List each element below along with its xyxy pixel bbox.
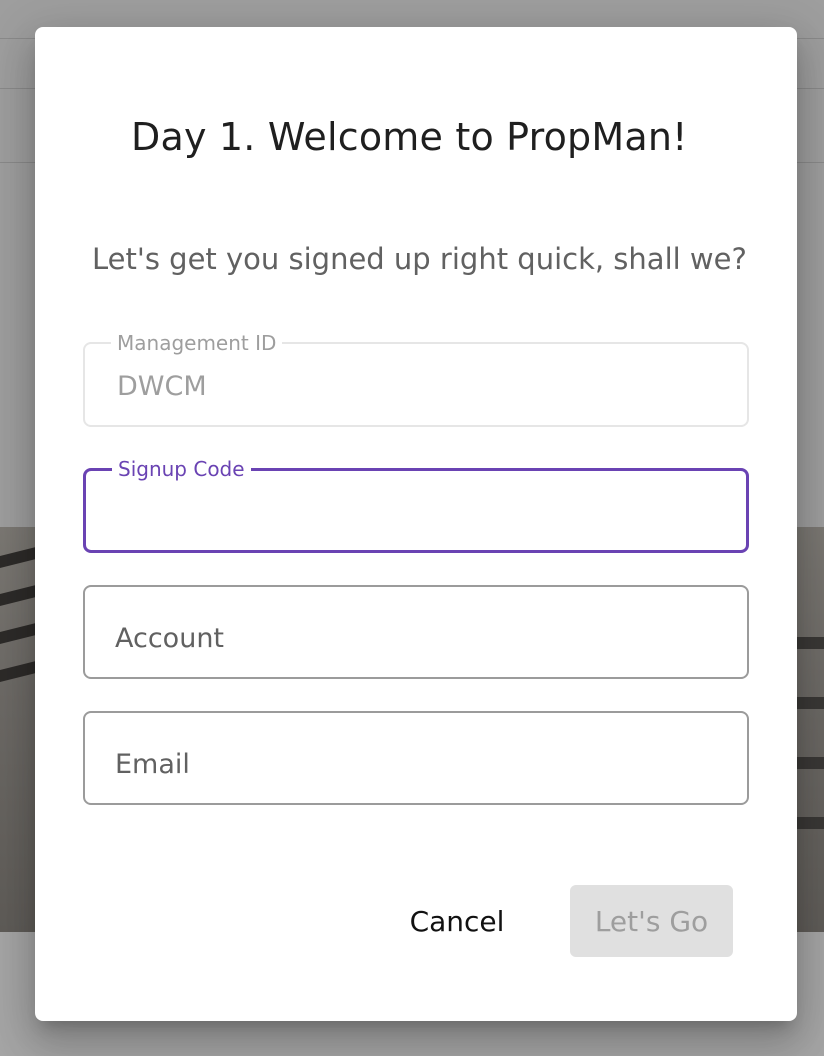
management-id-input	[115, 365, 729, 407]
email-input[interactable]	[115, 743, 729, 785]
dialog-title: Day 1. Welcome to PropMan!	[131, 115, 688, 159]
management-id-field: Management ID	[83, 333, 749, 427]
management-id-label: Management ID	[117, 331, 277, 355]
signup-code-field[interactable]: Signup Code	[83, 459, 749, 553]
account-input[interactable]	[115, 617, 729, 659]
lets-go-button[interactable]: Let's Go	[570, 885, 733, 957]
signup-code-label: Signup Code	[118, 457, 245, 481]
signup-dialog: Day 1. Welcome to PropMan! Let's get you…	[35, 27, 797, 1021]
app-backdrop: Day 1. Welcome to PropMan! Let's get you…	[0, 0, 824, 1056]
cancel-button[interactable]: Cancel	[399, 885, 515, 957]
dialog-subtitle: Let's get you signed up right quick, sha…	[92, 242, 747, 276]
account-field[interactable]: Account	[83, 585, 749, 679]
signup-code-input[interactable]	[115, 491, 729, 533]
email-field[interactable]: Email	[83, 711, 749, 805]
